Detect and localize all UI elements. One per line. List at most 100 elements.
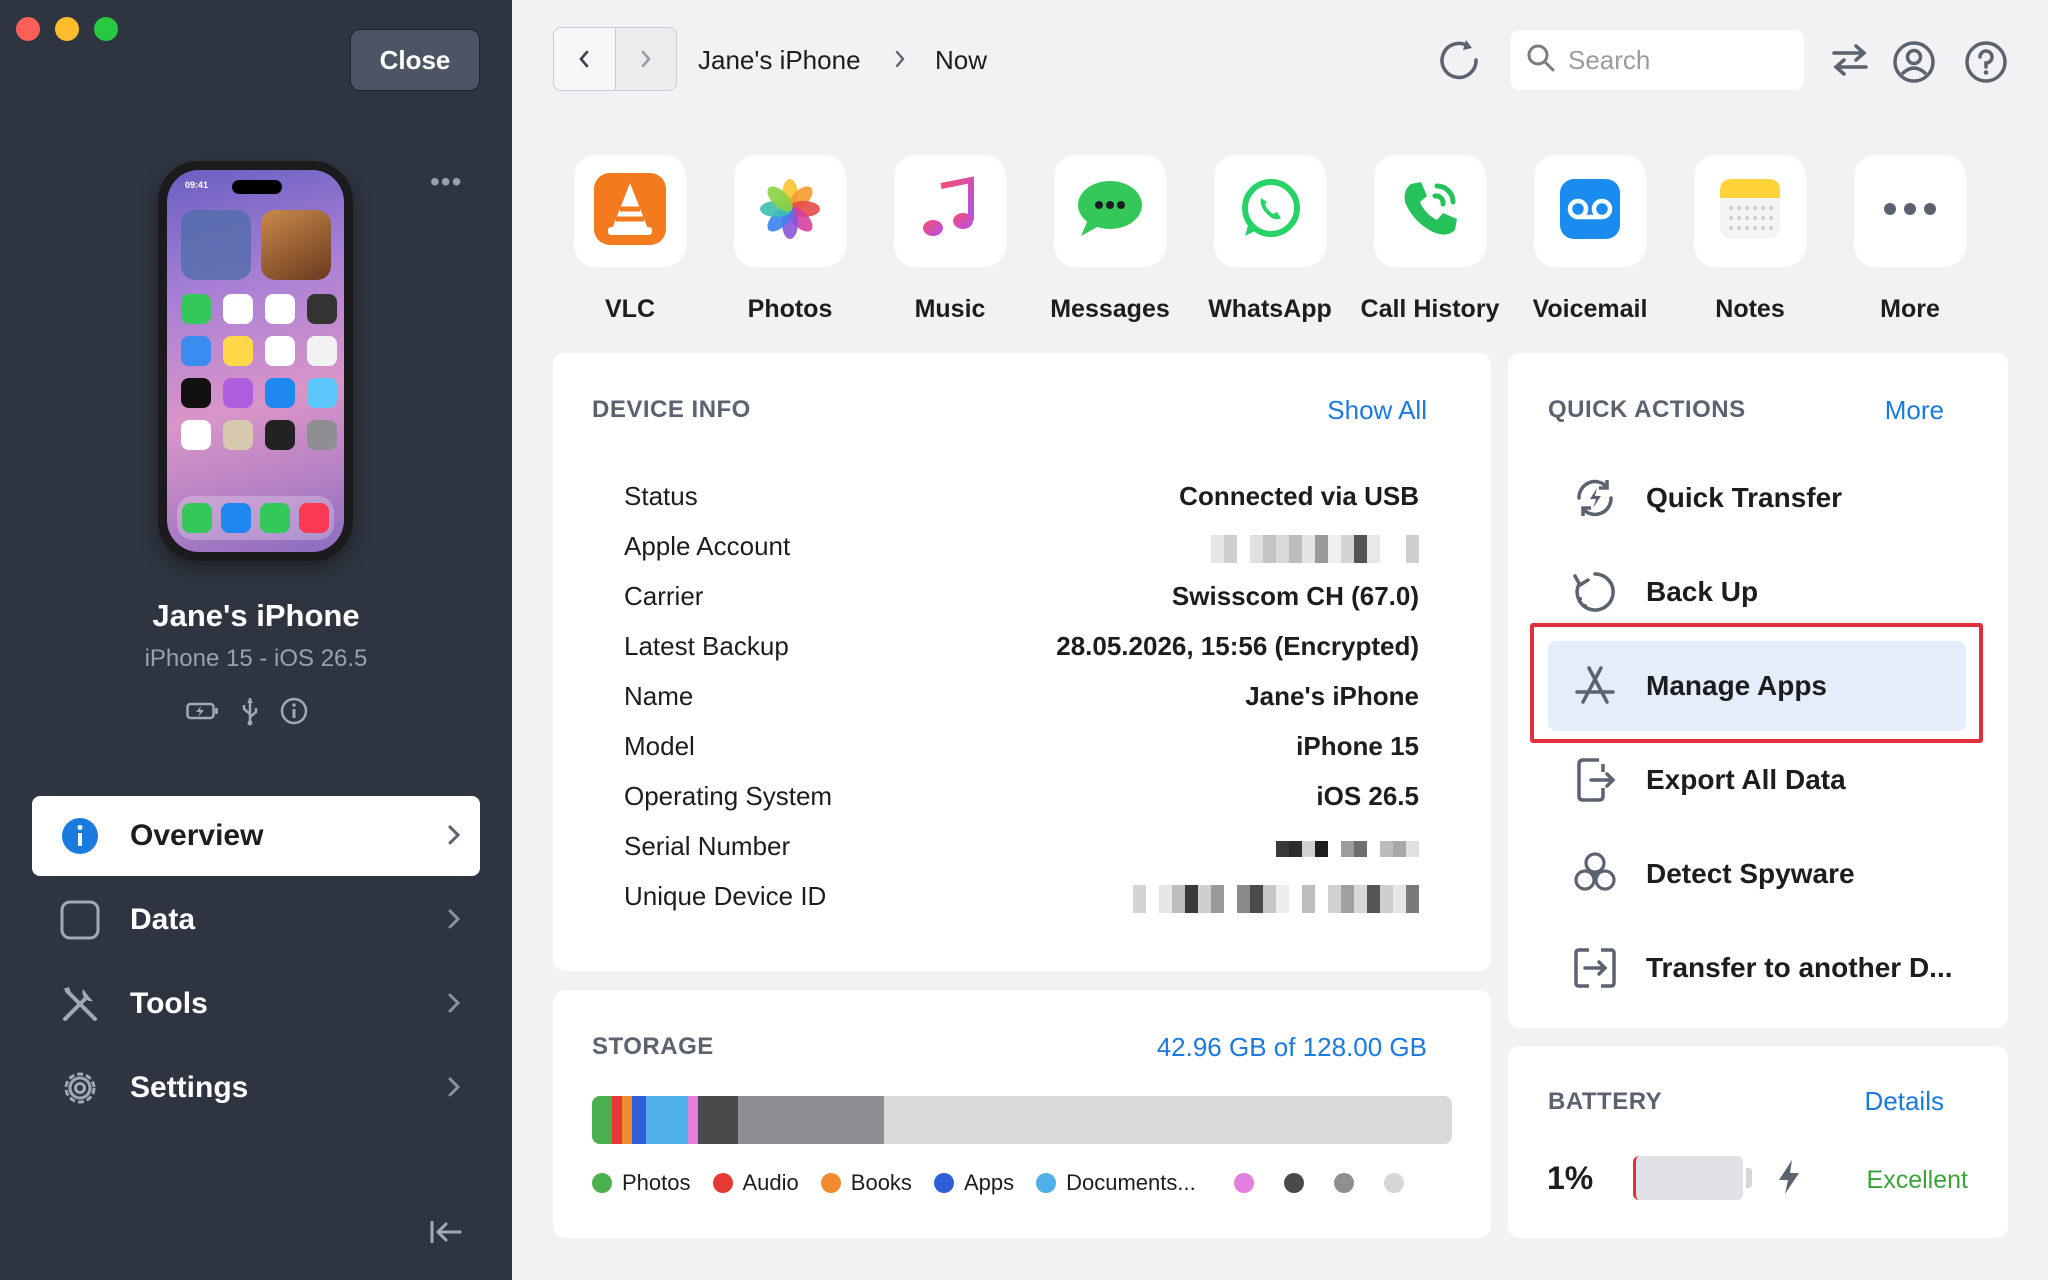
chevron-right-icon bbox=[892, 48, 908, 75]
storage-seg-other1 bbox=[688, 1096, 698, 1144]
storage-seg-other2 bbox=[698, 1096, 738, 1144]
account-icon[interactable] bbox=[1892, 40, 1936, 89]
export-icon bbox=[1570, 755, 1620, 805]
app-messages[interactable]: Messages bbox=[1030, 155, 1190, 324]
battery-title: BATTERY bbox=[1548, 1088, 1663, 1115]
device-image: 09:41 bbox=[158, 161, 353, 561]
app-more[interactable]: More bbox=[1830, 155, 1990, 324]
sidebar-item-settings[interactable]: Settings bbox=[32, 1048, 480, 1128]
app-voicemail[interactable]: Voicemail bbox=[1510, 155, 1670, 324]
app-label: Call History bbox=[1360, 295, 1500, 323]
help-icon[interactable] bbox=[1964, 40, 2008, 89]
biohazard-icon bbox=[1570, 849, 1620, 899]
sidebar-item-label: Settings bbox=[130, 1071, 249, 1104]
battery-card: BATTERY Details 1% Excellent bbox=[1508, 1046, 2008, 1238]
charging-bolt-icon bbox=[1776, 1158, 1802, 1201]
legend-apps: Apps bbox=[933, 1170, 1014, 1196]
refresh-icon[interactable] bbox=[1436, 38, 1484, 87]
app-music[interactable]: Music bbox=[870, 155, 1030, 324]
show-all-link[interactable]: Show All bbox=[1327, 395, 1427, 426]
quick-transfer-icon bbox=[1570, 473, 1620, 523]
collapse-sidebar-icon[interactable] bbox=[428, 1217, 464, 1252]
info-row-latest-backup: Latest Backup 28.05.2026, 15:56 (Encrypt… bbox=[624, 631, 1419, 661]
legend-dot bbox=[1283, 1173, 1304, 1193]
close-button[interactable]: Close bbox=[350, 29, 480, 91]
storage-title: STORAGE bbox=[592, 1033, 714, 1060]
battery-health: Excellent bbox=[1866, 1166, 1968, 1194]
quick-actions-more-link[interactable]: More bbox=[1885, 395, 1944, 426]
redacted-value bbox=[1276, 841, 1419, 857]
storage-bar bbox=[592, 1096, 1452, 1144]
info-row-model: Model iPhone 15 bbox=[624, 731, 1419, 761]
quick-transfer-button[interactable]: Quick Transfer bbox=[1548, 453, 1978, 543]
tools-icon bbox=[58, 982, 102, 1026]
legend-photos: Photos bbox=[592, 1170, 691, 1196]
app-label: More bbox=[1880, 295, 1940, 323]
legend-dot bbox=[1233, 1173, 1254, 1193]
detect-spyware-button[interactable]: Detect Spyware bbox=[1548, 829, 1978, 919]
sidebar-item-label: Data bbox=[130, 903, 196, 936]
app-notes[interactable]: Notes bbox=[1670, 155, 1830, 324]
app-whatsapp[interactable]: WhatsApp bbox=[1190, 155, 1350, 324]
call-history-icon bbox=[1397, 176, 1463, 247]
sidebar-item-tools[interactable]: Tools bbox=[32, 964, 480, 1044]
breadcrumb-device[interactable]: Jane's iPhone bbox=[698, 45, 861, 76]
battery-level-bar bbox=[1633, 1156, 1743, 1200]
gear-icon bbox=[58, 1066, 102, 1110]
chevron-right-icon bbox=[444, 904, 464, 942]
app-vlc[interactable]: VLC bbox=[550, 155, 710, 324]
info-row-unique-device-id: Unique Device ID bbox=[624, 881, 1419, 917]
search-input[interactable] bbox=[1568, 44, 1788, 76]
chevron-right-icon bbox=[444, 1072, 464, 1110]
app-call-history[interactable]: Call History bbox=[1350, 155, 1510, 324]
whatsapp-icon bbox=[1237, 176, 1303, 247]
device-more-icon[interactable]: ••• bbox=[430, 166, 462, 198]
app-photos[interactable]: Photos bbox=[710, 155, 870, 324]
info-row-serial-number: Serial Number bbox=[624, 831, 1419, 867]
info-circle-icon[interactable] bbox=[280, 697, 308, 730]
back-button[interactable] bbox=[554, 28, 615, 90]
sidebar-nav: Overview Data Tools Settings bbox=[32, 796, 480, 1132]
transfer-to-another-device-button[interactable]: Transfer to another D... bbox=[1548, 923, 1978, 1013]
breadcrumb-current: Now bbox=[935, 45, 988, 75]
storage-seg-books bbox=[622, 1096, 632, 1144]
sidebar-item-overview[interactable]: Overview bbox=[32, 796, 480, 876]
info-icon bbox=[58, 814, 102, 858]
legend-documents: Documents... bbox=[1036, 1170, 1196, 1196]
battery-details-link[interactable]: Details bbox=[1865, 1086, 1944, 1117]
app-label: Photos bbox=[747, 295, 833, 323]
voicemail-icon bbox=[1558, 177, 1622, 246]
storage-seg-photos bbox=[592, 1096, 612, 1144]
legend-books: Books bbox=[820, 1170, 912, 1196]
vlc-icon bbox=[592, 171, 668, 252]
info-row-carrier: Carrier Swisscom CH (67.0) bbox=[624, 581, 1419, 611]
app-label: Messages bbox=[1050, 295, 1170, 323]
manage-apps-highlight bbox=[1530, 623, 1983, 743]
app-shortcuts: VLC Photos Music Messages WhatsApp Call … bbox=[550, 155, 1990, 324]
window-zoom-dot[interactable] bbox=[94, 17, 118, 41]
device-subtitle: iPhone 15 - iOS 26.5 bbox=[144, 645, 368, 672]
export-all-data-button[interactable]: Export All Data bbox=[1548, 735, 1978, 825]
history-buttons bbox=[553, 27, 677, 91]
storage-legend: Photos Audio Books Apps Documents... bbox=[592, 1170, 1434, 1196]
search-box[interactable] bbox=[1510, 30, 1804, 90]
app-label: WhatsApp bbox=[1208, 295, 1332, 323]
app-label: Notes bbox=[1715, 295, 1785, 323]
sidebar-item-data[interactable]: Data bbox=[32, 880, 480, 960]
transfer-device-icon bbox=[1570, 943, 1620, 993]
quick-actions-title: QUICK ACTIONS bbox=[1548, 396, 1746, 423]
backup-icon bbox=[1570, 567, 1620, 617]
search-icon bbox=[1526, 43, 1556, 78]
transfer-arrows-icon[interactable] bbox=[1828, 40, 1872, 85]
info-row-apple-account: Apple Account bbox=[624, 531, 1419, 567]
forward-button[interactable] bbox=[614, 28, 676, 90]
window-close-dot[interactable] bbox=[16, 17, 40, 41]
battery-percent: 1% bbox=[1547, 1160, 1594, 1196]
photos-icon bbox=[752, 171, 828, 252]
device-info-card: DEVICE INFO Show All Status Connected vi… bbox=[553, 353, 1491, 971]
sidebar: Close 09:41 ••• Jane's iPhone iPhone 15 … bbox=[0, 0, 512, 1280]
window-minimize-dot[interactable] bbox=[55, 17, 79, 41]
device-name: Jane's iPhone bbox=[152, 598, 360, 633]
usb-icon bbox=[240, 696, 260, 731]
storage-summary[interactable]: 42.96 GB of 128.00 GB bbox=[1157, 1032, 1427, 1063]
